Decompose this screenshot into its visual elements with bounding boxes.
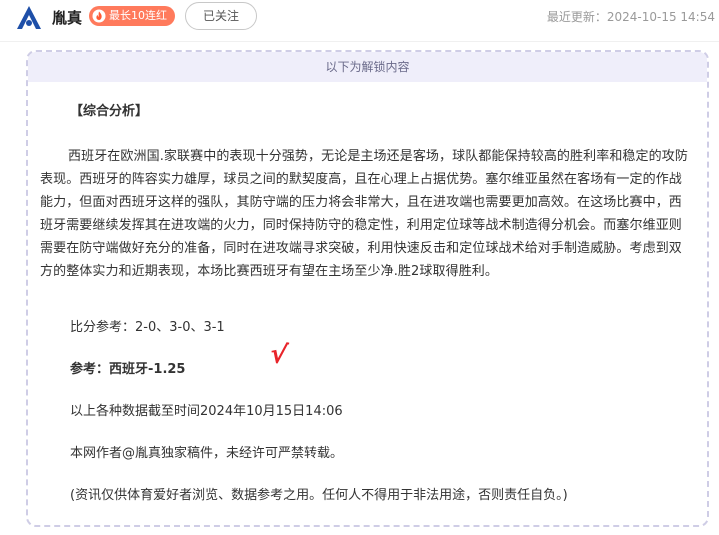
tip-reference: 参考：西班牙-1.25 xyxy=(70,362,186,377)
disclaimer-note: (资讯仅供体育爱好者浏览、数据参考之用。任何人不得用于非法用途，否则责任自负。) xyxy=(70,488,568,503)
follow-button[interactable]: 已关注 xyxy=(185,2,257,30)
fire-icon xyxy=(92,9,106,23)
analysis-paragraph: 西班牙在欧洲国.家联赛中的表现十分强势，无论是主场还是客场，球队都能保持较高的胜… xyxy=(40,149,688,279)
avatar-logo-icon xyxy=(14,3,44,33)
author-avatar[interactable] xyxy=(14,3,44,33)
streak-badge-label: 最长10连红 xyxy=(109,9,167,22)
header-divider xyxy=(0,41,719,42)
streak-badge: 最长10连红 xyxy=(89,6,175,26)
unlock-banner: 以下为解锁内容 xyxy=(28,52,707,82)
copyright-note: 本网作者@胤真独家稿件，未经许可严禁转载。 xyxy=(70,446,344,461)
score-reference: 比分参考：2-0、3-0、3-1 xyxy=(70,320,225,335)
article-header: 胤真 最长10连红 已关注 最近更新：2024-10-15 14:54 xyxy=(0,0,719,42)
last-update-timestamp: 最近更新：2024-10-15 14:54 xyxy=(546,10,715,24)
data-cutoff-note: 以上各种数据截至时间2024年10月15日14:06 xyxy=(70,404,343,419)
author-name[interactable]: 胤真 xyxy=(52,8,82,28)
section-title: 【综合分析】 xyxy=(70,104,149,119)
